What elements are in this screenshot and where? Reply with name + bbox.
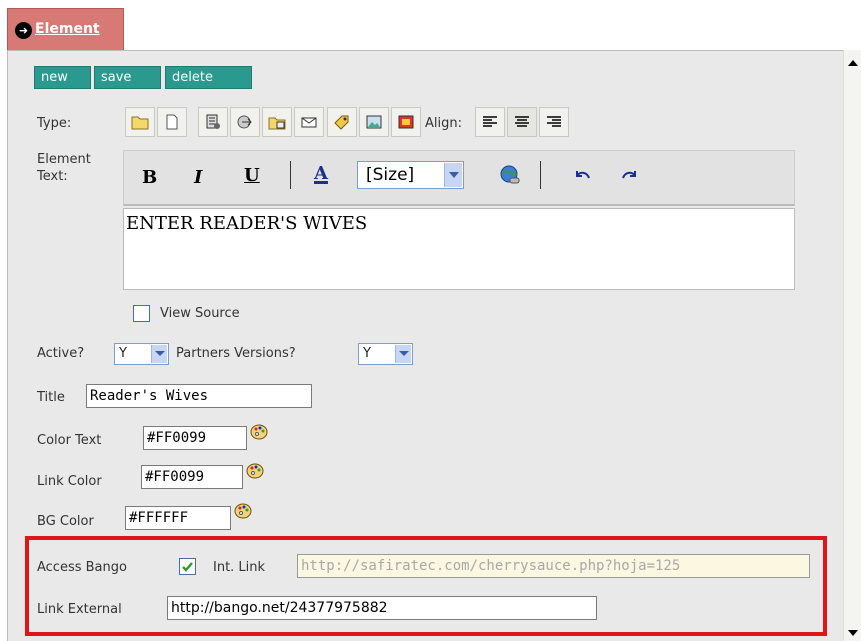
chevron-down-icon[interactable] <box>151 345 167 363</box>
checkmark-icon <box>182 562 193 572</box>
align-right-button[interactable] <box>539 107 569 137</box>
folder-icon <box>131 116 149 130</box>
editor-toolbar: B I U A [Size] <box>123 150 795 206</box>
vertical-scrollbar[interactable] <box>843 50 861 641</box>
link-color-field[interactable]: #FF0099 <box>141 465 243 489</box>
align-right-icon <box>547 116 561 127</box>
tab-element-label: Element <box>35 21 100 37</box>
bold-button[interactable]: B <box>142 167 157 188</box>
element-text-label: Element <box>37 152 91 167</box>
partners-label: Partners Versions? <box>176 346 296 361</box>
font-size-value: [Size] <box>366 165 415 185</box>
int-link-field[interactable]: http://safiratec.com/cherrysauce.php?hoj… <box>297 554 810 578</box>
view-source-label: View Source <box>160 306 240 321</box>
bg-color-label: BG Color <box>37 514 94 529</box>
link-external-field[interactable]: http://bango.net/24377975882 <box>167 596 597 620</box>
active-select[interactable]: Y <box>114 343 169 365</box>
link-external-label: Link External <box>37 602 122 617</box>
new-button[interactable]: new <box>34 66 91 89</box>
font-size-select[interactable]: [Size] <box>357 161 464 189</box>
color-text-field[interactable]: #FF0099 <box>143 426 247 450</box>
image-icon <box>366 115 382 129</box>
underline-button[interactable]: U <box>244 165 260 186</box>
int-link-label: Int. Link <box>213 560 266 575</box>
undo-icon[interactable] <box>572 167 592 183</box>
tab-element[interactable]: ➜ Element <box>7 8 124 50</box>
redo-icon[interactable] <box>620 167 640 183</box>
chevron-down-icon[interactable] <box>444 163 462 187</box>
color-text-label: Color Text <box>37 433 102 448</box>
toolbar-divider <box>290 161 291 189</box>
italic-button[interactable]: I <box>194 167 202 188</box>
scroll-down-icon[interactable] <box>848 630 858 636</box>
page-icon <box>166 114 178 130</box>
access-bango-checkbox[interactable] <box>179 558 196 575</box>
type-banner-button[interactable] <box>391 107 421 137</box>
element-text-label-2: Text: <box>37 169 68 184</box>
align-left-button[interactable] <box>475 107 505 137</box>
palette-icon[interactable] <box>233 501 253 521</box>
toolbar-divider-2 <box>540 161 541 189</box>
type-list-button[interactable] <box>198 107 228 137</box>
arrow-right-icon: ➜ <box>15 22 32 39</box>
palette-icon[interactable] <box>245 461 265 481</box>
insert-link-globe-icon[interactable] <box>498 163 522 187</box>
partners-value: Y <box>363 346 371 361</box>
highlight-box <box>25 536 827 636</box>
type-folder-button[interactable] <box>125 107 155 137</box>
bg-color-field[interactable]: #FFFFFF <box>125 506 231 530</box>
view-source-checkbox[interactable] <box>133 305 150 322</box>
chevron-down-icon[interactable] <box>395 345 411 363</box>
type-folder-list-button[interactable] <box>262 107 292 137</box>
banner-icon <box>398 115 414 129</box>
type-image-button[interactable] <box>359 107 389 137</box>
type-tag-button[interactable] <box>327 107 357 137</box>
folder-list-icon <box>268 117 286 130</box>
align-center-icon <box>515 116 529 127</box>
palette-icon[interactable] <box>249 422 269 442</box>
type-label: Type: <box>37 116 72 131</box>
access-bango-label: Access Bango <box>37 560 127 575</box>
align-label: Align: <box>425 116 462 131</box>
link-color-label: Link Color <box>37 474 102 489</box>
type-page-button[interactable] <box>157 107 187 137</box>
tab-bar: ➜ Element <box>0 0 861 50</box>
type-link-button[interactable] <box>230 107 260 137</box>
title-field[interactable]: Reader's Wives <box>86 384 312 408</box>
element-text-editor[interactable]: ENTER READER'S WIVES <box>123 208 795 290</box>
font-color-button[interactable]: A <box>314 163 328 184</box>
align-center-button[interactable] <box>507 107 537 137</box>
active-value: Y <box>119 346 127 361</box>
save-button[interactable]: save <box>94 66 161 89</box>
list-icon <box>206 114 220 129</box>
align-left-icon <box>483 116 497 127</box>
active-label: Active? <box>37 346 85 361</box>
mail-icon <box>301 117 317 128</box>
tag-icon <box>334 115 349 130</box>
partners-select[interactable]: Y <box>358 343 413 365</box>
link-icon <box>237 115 252 129</box>
delete-button[interactable]: delete <box>165 66 252 89</box>
scroll-up-icon[interactable] <box>848 60 858 66</box>
type-mail-button[interactable] <box>294 107 324 137</box>
title-label: Title <box>37 390 65 405</box>
